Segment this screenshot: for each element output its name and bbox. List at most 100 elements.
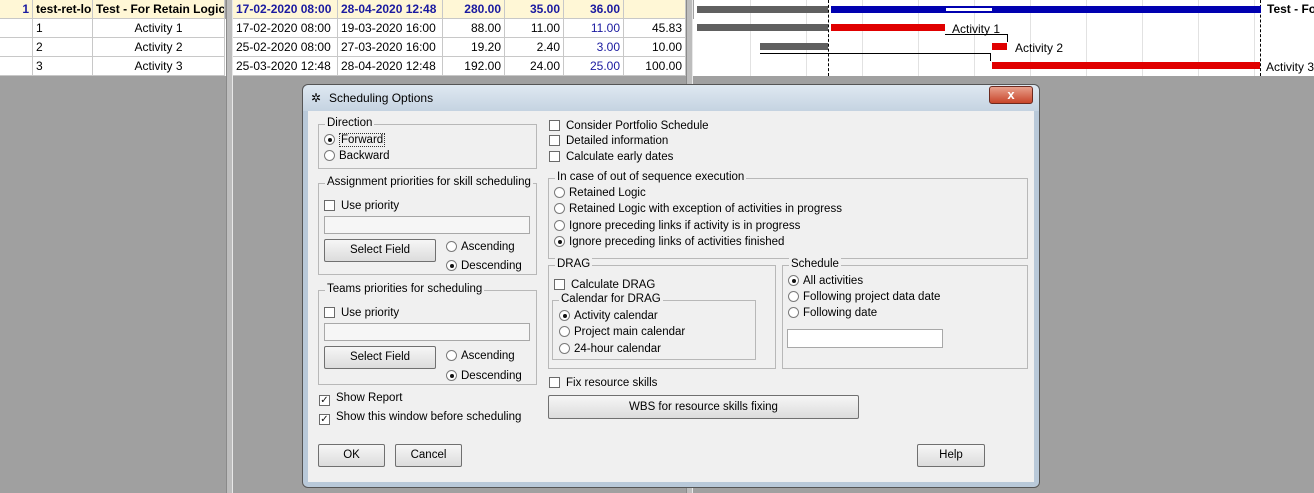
activity-calendar-radio[interactable]: Activity calendar [559, 309, 658, 323]
dialog-title: Scheduling Options [329, 91, 434, 105]
assignment-use-priority-checkbox[interactable]: Use priority [324, 199, 399, 213]
activity-work: 88.00 [443, 19, 505, 38]
assignment-ascending-radio[interactable]: Ascending [446, 240, 515, 254]
help-button[interactable]: Help [917, 444, 985, 467]
activity-code: 3 [33, 57, 93, 76]
project-percent [624, 0, 686, 19]
dialog-titlebar[interactable]: ✲ Scheduling Options x [303, 85, 1039, 111]
following-date-input[interactable] [787, 329, 943, 348]
teams-ascending-radio[interactable]: Ascending [446, 349, 515, 363]
activity-1-baseline-bar[interactable] [697, 24, 828, 31]
row-id [0, 57, 33, 76]
app-icon: ✲ [311, 91, 322, 105]
checkbox-icon [554, 279, 565, 290]
summary-baseline-bar[interactable] [697, 6, 828, 13]
activity-2-bar[interactable] [992, 43, 1007, 50]
link-line [990, 53, 991, 61]
radio-selected-icon [554, 236, 565, 247]
assignment-descending-radio[interactable]: Descending [446, 259, 522, 273]
ignore-links-finished-radio[interactable]: Ignore preceding links of activities fin… [554, 235, 784, 249]
row-id: 1 [0, 0, 33, 19]
cancel-button[interactable]: Cancel [395, 444, 462, 467]
activity-start: 25-03-2020 12:48 [233, 57, 338, 76]
direction-legend: Direction [325, 117, 375, 129]
activity-finish: 28-04-2020 12:48 [338, 57, 443, 76]
checkbox-checked-icon: ✓ [319, 414, 330, 425]
activity-start: 17-02-2020 08:00 [233, 19, 338, 38]
link-line [945, 34, 1007, 35]
schedule-legend: Schedule [789, 258, 841, 270]
gantt-chart: Test - Fo Activity 1 Activity 2 Activity… [694, 0, 1314, 76]
ignore-links-in-progress-radio[interactable]: Ignore preceding links if activity is in… [554, 219, 800, 233]
activity-duration: 24.00 [505, 57, 564, 76]
radio-icon [446, 241, 457, 252]
teams-select-field-button[interactable]: Select Field [324, 346, 436, 369]
teams-priorities-group: Teams priorities for scheduling Use prio… [318, 283, 537, 385]
wbs-skills-fixing-button[interactable]: WBS for resource skills fixing [548, 395, 859, 419]
activity-finish: 27-03-2020 16:00 [338, 38, 443, 57]
checkbox-checked-icon: ✓ [319, 395, 330, 406]
calculate-drag-checkbox[interactable]: Calculate DRAG [554, 278, 655, 292]
teams-use-priority-checkbox[interactable]: Use priority [324, 306, 399, 320]
radio-icon [559, 343, 570, 354]
retained-logic-exception-radio[interactable]: Retained Logic with exception of activit… [554, 202, 842, 216]
activity-percent: 100.00 [624, 57, 686, 76]
activity-duration-2: 25.00 [564, 57, 624, 76]
calc-early-dates-checkbox[interactable]: Calculate early dates [549, 150, 673, 164]
project-start: 17-02-2020 08:00 [233, 0, 338, 19]
row-id [0, 19, 33, 38]
radio-icon [446, 350, 457, 361]
checkbox-icon [549, 135, 560, 146]
data-date-line [828, 0, 829, 76]
checkbox-icon [324, 200, 335, 211]
activity-2-baseline-bar[interactable] [760, 43, 828, 50]
activity-duration-2: 11.00 [564, 19, 624, 38]
column-splitter[interactable] [226, 0, 233, 493]
radio-icon [554, 220, 565, 231]
activity-name: Activity 3 [93, 57, 225, 76]
activity-name: Activity 2 [93, 38, 225, 57]
activity-work: 192.00 [443, 57, 505, 76]
consider-portfolio-checkbox[interactable]: Consider Portfolio Schedule [549, 119, 709, 133]
scheduling-options-dialog: ✲ Scheduling Options x Direction Forward… [302, 84, 1040, 488]
out-of-sequence-group: In case of out of sequence execution Ret… [548, 171, 1028, 259]
all-activities-radio[interactable]: All activities [788, 274, 863, 288]
summary-bar-gap [946, 8, 992, 11]
activity-duration: 2.40 [505, 38, 564, 57]
teams-descending-radio[interactable]: Descending [446, 369, 522, 383]
following-project-date-radio[interactable]: Following project data date [788, 290, 940, 304]
show-report-checkbox[interactable]: ✓ Show Report [319, 391, 402, 406]
project-calendar-radio[interactable]: Project main calendar [559, 325, 685, 339]
dialog-body: Direction Forward Backward Assignment pr… [310, 112, 1032, 482]
backward-radio[interactable]: Backward [324, 149, 390, 163]
forward-radio[interactable]: Forward [324, 133, 386, 147]
radio-selected-icon [324, 134, 335, 145]
assignment-select-field-button[interactable]: Select Field [324, 239, 436, 262]
project-code: test-ret-lo [33, 0, 93, 19]
following-date-radio[interactable]: Following date [788, 306, 877, 320]
retained-logic-radio[interactable]: Retained Logic [554, 186, 646, 200]
link-line [1007, 34, 1008, 42]
activity-3-bar[interactable] [992, 62, 1260, 69]
activity-name: Activity 1 [93, 19, 225, 38]
project-duration-2: 36.00 [564, 0, 624, 19]
radio-selected-icon [788, 275, 799, 286]
radio-icon [324, 150, 335, 161]
close-button[interactable]: x [989, 86, 1033, 104]
assignment-field-input[interactable] [324, 216, 530, 234]
radio-icon [788, 307, 799, 318]
ok-button[interactable]: OK [318, 444, 385, 467]
teams-field-input[interactable] [324, 323, 530, 341]
row-id [0, 38, 33, 57]
detailed-info-checkbox[interactable]: Detailed information [549, 134, 668, 148]
hour24-calendar-radio[interactable]: 24-hour calendar [559, 342, 661, 356]
summary-bar[interactable] [831, 6, 1261, 13]
activity-1-bar[interactable] [831, 24, 945, 31]
show-window-checkbox[interactable]: ✓ Show this window before scheduling [319, 410, 521, 425]
direction-group: Direction Forward Backward [318, 117, 537, 169]
activity-percent: 45.83 [624, 19, 686, 38]
checkbox-icon [549, 377, 560, 388]
activity-code: 2 [33, 38, 93, 57]
fix-resource-skills-checkbox[interactable]: Fix resource skills [549, 376, 657, 390]
teams-legend: Teams priorities for scheduling [325, 283, 485, 295]
